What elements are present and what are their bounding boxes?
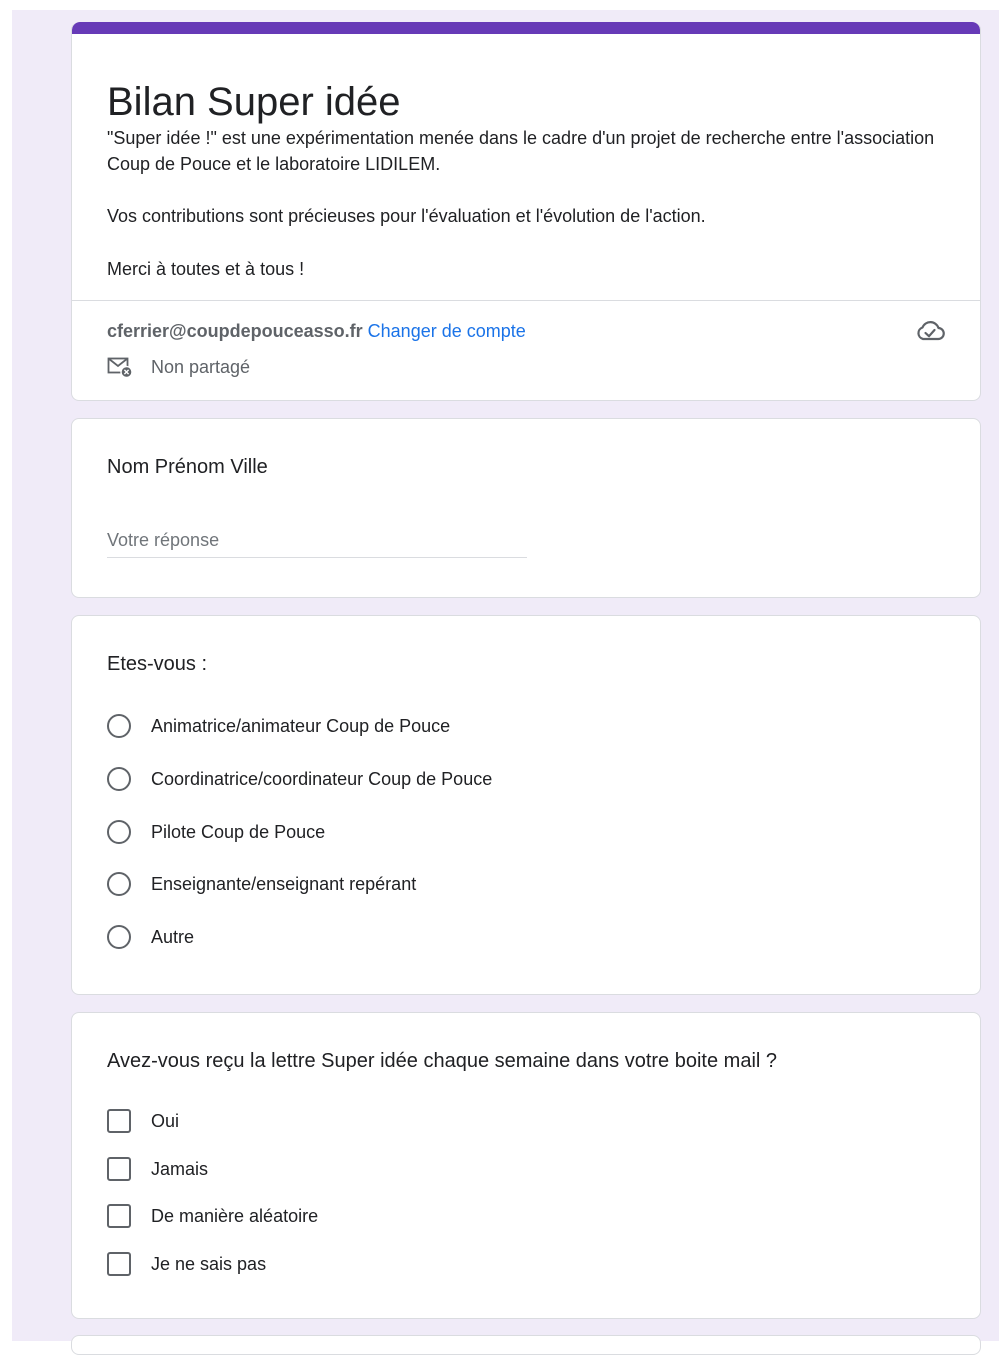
form-title: Bilan Super idée <box>107 80 401 124</box>
form-description-thanks: Merci à toutes et à tous ! <box>107 259 305 279</box>
letter-option-label: De manière aléatoire <box>151 1205 319 1226</box>
role-option-label: Coordinatrice/coordinateur Coup de Pouce <box>151 768 493 789</box>
letter-option-label: Jamais <box>151 1158 209 1179</box>
role-option-label: Enseignante/enseignant repérant <box>151 873 417 894</box>
radio-button[interactable] <box>107 714 131 738</box>
role-option[interactable]: Pilote Coup de Pouce <box>107 817 325 847</box>
question-title-role: Etes-vous : <box>107 653 208 675</box>
role-option[interactable]: Animatrice/animateur Coup de Pouce <box>107 711 450 741</box>
letter-option[interactable]: Je ne sais pas <box>107 1249 266 1279</box>
name-answer-input[interactable] <box>107 523 527 558</box>
letter-option[interactable]: De manière aléatoire <box>107 1201 318 1231</box>
question-title-letter: Avez-vous reçu la lettre Super idée chaq… <box>107 1050 778 1072</box>
form-accent-bar <box>72 22 980 34</box>
radio-button[interactable] <box>107 872 131 896</box>
form-header-card: Bilan Super idée "Super idée !" est une … <box>71 22 981 401</box>
checkbox[interactable] <box>107 1252 131 1276</box>
role-option-label: Pilote Coup de Pouce <box>151 821 326 842</box>
account-email: cferrier@coupdepouceasso.fr <box>107 321 363 341</box>
switch-account-link[interactable]: Changer de compte <box>368 321 526 341</box>
radio-button[interactable] <box>107 925 131 949</box>
checkbox[interactable] <box>107 1157 131 1181</box>
next-question-card <box>71 1335 981 1355</box>
question-card-role: Etes-vous : Animatrice/animateur Coup de… <box>71 615 981 995</box>
radio-button[interactable] <box>107 820 131 844</box>
mail-not-shared-icon <box>107 357 133 378</box>
share-status: Non partagé <box>107 354 250 380</box>
question-card-name: Nom Prénom Ville <box>71 418 981 598</box>
role-option[interactable]: Coordinatrice/coordinateur Coup de Pouce <box>107 764 492 794</box>
radio-button[interactable] <box>107 767 131 791</box>
form-description-intro: "Super idée !" est une expérimentation m… <box>107 128 935 174</box>
share-status-label: Non partagé <box>151 356 251 377</box>
role-option-label: Autre <box>151 926 195 947</box>
role-option[interactable]: Autre <box>107 922 194 952</box>
role-option[interactable]: Enseignante/enseignant repérant <box>107 869 416 899</box>
checkbox[interactable] <box>107 1109 131 1133</box>
account-info: cferrier@coupdepouceasso.fr Changer de c… <box>107 319 526 343</box>
letter-option-label: Je ne sais pas <box>151 1253 267 1274</box>
letter-option-label: Oui <box>151 1110 180 1131</box>
form-description-contributions: Vos contributions sont précieuses pour l… <box>107 206 706 226</box>
question-title-name: Nom Prénom Ville <box>107 456 268 478</box>
checkbox[interactable] <box>107 1204 131 1228</box>
header-divider <box>72 300 980 301</box>
question-card-letter: Avez-vous reçu la lettre Super idée chaq… <box>71 1012 981 1319</box>
letter-option[interactable]: Jamais <box>107 1154 208 1184</box>
letter-option[interactable]: Oui <box>107 1106 179 1136</box>
cloud-check-icon[interactable] <box>915 319 945 343</box>
role-option-label: Animatrice/animateur Coup de Pouce <box>151 715 451 736</box>
